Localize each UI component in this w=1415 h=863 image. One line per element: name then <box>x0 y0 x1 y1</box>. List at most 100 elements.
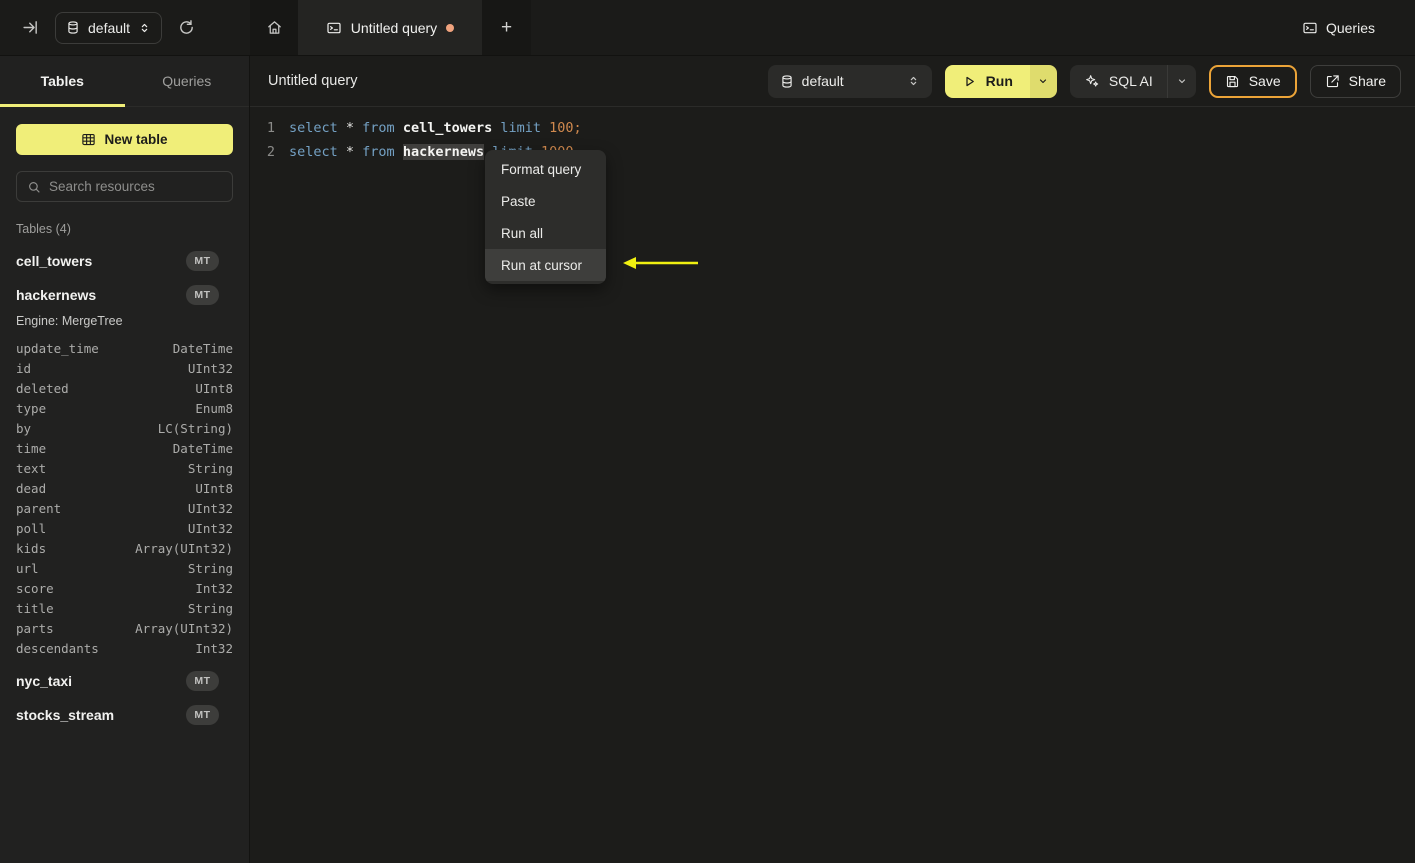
new-tab-button[interactable]: + <box>482 0 531 55</box>
code-token: select <box>289 120 338 136</box>
column-row-id: id UInt32 <box>16 358 233 378</box>
table-name: cell_towers <box>16 253 93 269</box>
code-line[interactable]: 2select * from hackernews limit 1000 <box>250 140 1415 164</box>
share-label: Share <box>1348 73 1386 89</box>
terminal-icon <box>326 20 342 36</box>
chevron-down-icon <box>1176 75 1188 87</box>
new-table-button[interactable]: New table <box>16 124 233 155</box>
column-name: score <box>16 580 54 596</box>
column-type: UInt32 <box>187 520 233 536</box>
column-name: text <box>16 460 47 476</box>
column-type: UInt32 <box>187 360 233 376</box>
code-line[interactable]: 1 select * from cell_towers limit 100; <box>250 116 1415 140</box>
new-table-label: New table <box>104 132 168 147</box>
query-toolbar: Untitled query default Run SQL AI Save S… <box>250 56 1415 107</box>
chevron-updown-icon <box>138 21 151 35</box>
columns-list: update_time DateTime id UInt32 deleted UInt8 t… <box>16 338 233 658</box>
database-select[interactable]: default <box>767 64 932 98</box>
database-icon <box>780 74 794 89</box>
column-name: parent <box>16 500 62 516</box>
column-type: DateTime <box>172 340 233 356</box>
context-menu-item-run-all[interactable]: Run all <box>485 217 606 249</box>
tab-untitled-query[interactable]: Untitled query <box>298 0 482 55</box>
save-icon <box>1225 74 1240 89</box>
database-switcher[interactable]: default <box>55 11 163 44</box>
refresh-icon[interactable] <box>178 19 195 36</box>
database-switcher-value: default <box>88 19 131 36</box>
sidebar-tabs: Tables Queries <box>0 56 249 107</box>
table-row-nyc-taxi[interactable]: nyc_taxi MT <box>16 670 233 692</box>
save-button[interactable]: Save <box>1208 64 1297 98</box>
context-menu-item-paste[interactable]: Paste <box>485 185 606 217</box>
table-row-cell-towers[interactable]: cell_towers MT <box>16 250 233 272</box>
context-menu-item-format-query[interactable]: Format query <box>485 153 606 185</box>
share-button[interactable]: Share <box>1309 64 1401 98</box>
sql-ai-button-group: SQL AI <box>1069 64 1196 98</box>
run-button-group: Run <box>944 64 1057 98</box>
column-type: String <box>187 560 233 576</box>
chevron-down-icon <box>1037 75 1049 87</box>
code-token: limit <box>500 120 542 136</box>
column-name: poll <box>16 520 47 536</box>
line-number: 1 <box>266 120 275 136</box>
queries-button-label: Queries <box>1325 19 1375 36</box>
code-token: cell_towers <box>402 120 493 136</box>
query-title: Untitled query <box>268 73 358 89</box>
database-icon <box>66 20 80 35</box>
sql-ai-options-button[interactable] <box>1168 65 1196 98</box>
sql-ai-button[interactable]: SQL AI <box>1070 64 1168 98</box>
code-token: select <box>289 144 338 160</box>
column-type: UInt8 <box>195 480 233 496</box>
column-row-text: text String <box>16 458 233 478</box>
chevron-updown-icon <box>907 74 920 88</box>
queries-button[interactable]: Queries <box>1302 0 1415 55</box>
context-menu-item-run-at-cursor[interactable]: Run at cursor <box>485 249 606 281</box>
column-name: id <box>16 360 32 376</box>
database-select-value: default <box>801 73 844 89</box>
table-name: stocks_stream <box>16 707 115 723</box>
table-row-stocks-stream[interactable]: stocks_stream MT <box>16 704 233 726</box>
column-row-dead: dead UInt8 <box>16 478 233 498</box>
column-type: String <box>187 460 233 476</box>
engine-badge: MT <box>186 285 219 305</box>
tab-queries[interactable]: Queries <box>125 56 250 106</box>
code-token: hackernews <box>402 144 485 160</box>
search-box <box>16 171 233 202</box>
main: Tables Queries New table Tables (4) cell… <box>0 56 1415 863</box>
table-row-hackernews[interactable]: hackernews MT <box>16 284 233 306</box>
tab-tables[interactable]: Tables <box>0 56 125 107</box>
sql-ai-label: SQL AI <box>1108 73 1153 89</box>
collapse-sidebar-icon[interactable] <box>22 19 39 36</box>
column-type: LC(String) <box>157 420 233 436</box>
column-type: UInt8 <box>195 380 233 396</box>
column-row-score: score Int32 <box>16 578 233 598</box>
column-type: Array(UInt32) <box>135 540 233 556</box>
table-grid-icon <box>81 132 96 147</box>
engine-badge: MT <box>186 251 219 271</box>
home-tab[interactable] <box>250 0 298 55</box>
code-token: 100; <box>549 120 582 136</box>
context-menu: Format query Paste Run all Run at cursor <box>485 150 606 284</box>
column-row-descendants: descendants Int32 <box>16 638 233 658</box>
engine-badge: MT <box>186 671 219 691</box>
code-token: from <box>362 120 395 136</box>
run-button[interactable]: Run <box>944 64 1030 98</box>
play-icon <box>962 74 977 89</box>
code-token: from <box>362 144 395 160</box>
column-name: url <box>16 560 39 576</box>
table-engine-label: Engine: MergeTree <box>16 314 123 328</box>
sidebar: Tables Queries New table Tables (4) cell… <box>0 56 250 863</box>
topbar: default Untitled query + Queries <box>0 0 1415 56</box>
run-options-button[interactable] <box>1029 64 1057 98</box>
search-input[interactable] <box>49 179 222 194</box>
share-icon <box>1325 74 1340 89</box>
column-name: update_time <box>16 340 99 356</box>
code-lines: 1 select * from cell_towers limit 100; 2 se… <box>250 116 1415 164</box>
column-row-by: by LC(String) <box>16 418 233 438</box>
column-name: time <box>16 440 47 456</box>
sql-editor[interactable]: 1 select * from cell_towers limit 100; 2 se… <box>250 107 1415 863</box>
run-label: Run <box>985 73 1013 89</box>
content: Untitled query default Run SQL AI Save S… <box>250 56 1415 863</box>
sidebar-controls: default <box>0 0 250 55</box>
